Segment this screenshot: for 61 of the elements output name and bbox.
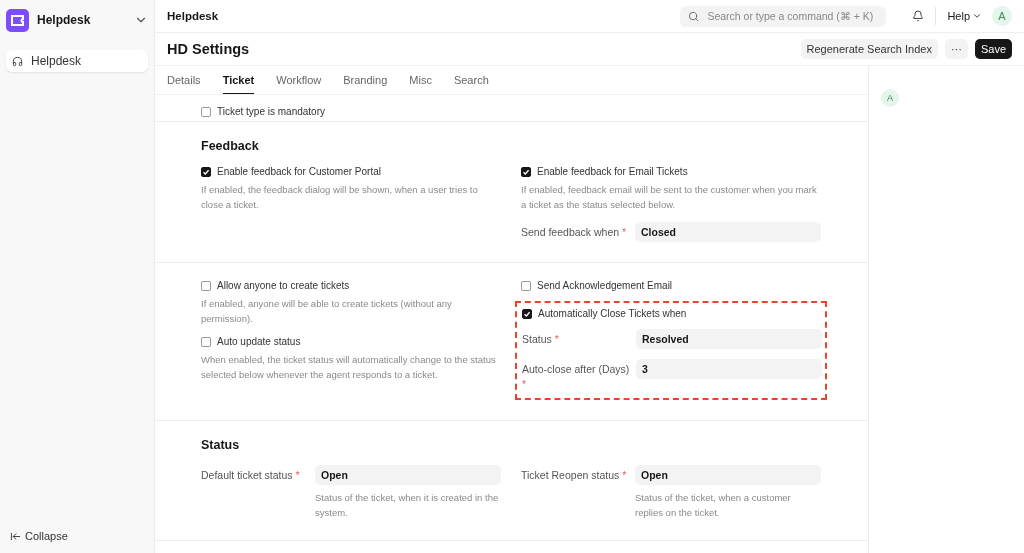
help-menu[interactable]: Help	[935, 7, 982, 25]
checkbox-label[interactable]: Ticket type is mandatory	[201, 106, 501, 117]
tab[interactable]: Ticket	[222, 66, 255, 94]
tab[interactable]: Details	[167, 66, 201, 94]
required-mark: *	[295, 469, 300, 481]
select-field[interactable]: Open	[315, 465, 501, 485]
help-text: When enabled, the ticket status will automatically change to the status selected below whenever the agent responds to a ticket.	[201, 353, 497, 382]
help-text: Status of the ticket, when a customer replies on the ticket.	[635, 491, 792, 520]
collapse-button[interactable]: Collapse	[6, 527, 148, 545]
checkbox-label[interactable]: Allow anyone to create tickets	[201, 280, 501, 291]
checkbox-label[interactable]: Send Acknowledgement Email	[521, 280, 821, 291]
help-text: Status of the ticket, when it is created in the system.	[315, 491, 500, 520]
required-mark: *	[622, 469, 627, 481]
bell-icon[interactable]	[912, 10, 925, 22]
required-mark: *	[622, 226, 627, 238]
sidebar-item[interactable]: Helpdesk	[6, 50, 148, 72]
checkbox[interactable]	[201, 166, 211, 177]
checkbox-label[interactable]: Automatically Close Tickets when	[522, 308, 820, 319]
checkbox[interactable]	[201, 280, 211, 291]
more-button[interactable]: ···	[944, 39, 968, 59]
action-button[interactable]: Regenerate Search Index	[800, 39, 938, 59]
required-mark: *	[522, 378, 527, 390]
checkbox-label[interactable]: Enable feedback for Email Tickets	[521, 166, 821, 177]
tab[interactable]: Branding	[343, 66, 388, 94]
help-text: If enabled, anyone will be able to create tickets (without any permission).	[201, 297, 453, 326]
page-title: HD Settings	[167, 41, 251, 57]
field-label: Ticket Reopen status	[521, 469, 620, 481]
select-field[interactable]: 3	[636, 359, 822, 379]
user-avatar: A	[881, 89, 899, 107]
app-logo	[6, 8, 29, 32]
checkbox-label[interactable]: Auto update status	[201, 336, 501, 347]
checkbox-label[interactable]: Enable feedback for Customer Portal	[201, 166, 501, 177]
checkbox[interactable]	[521, 166, 531, 177]
help-text: If enabled, the feedback dialog will be shown, when a user tries to close a ticket.	[201, 183, 479, 212]
chevron-icon	[972, 11, 982, 21]
checkbox[interactable]	[201, 336, 211, 347]
tab[interactable]: Misc	[409, 66, 432, 94]
search-field[interactable]: Search or type a command (⌘ + K)	[680, 5, 887, 27]
checkbox[interactable]	[521, 280, 531, 291]
checkbox[interactable]	[522, 308, 532, 319]
collapse-icon	[10, 530, 21, 542]
field-label: Status	[522, 333, 552, 345]
select-field[interactable]: Resolved	[636, 329, 822, 349]
save-button[interactable]: Save	[974, 39, 1012, 59]
field-label: Default ticket status	[201, 469, 293, 481]
field-label: Auto-close after (Days)	[522, 363, 630, 375]
field-label: Send feedback when	[521, 226, 620, 238]
select-field[interactable]: Open	[635, 465, 821, 485]
tab[interactable]: Workflow	[276, 66, 322, 94]
breadcrumb[interactable]: Helpdesk	[167, 10, 681, 22]
required-mark: *	[554, 333, 559, 345]
user-avatar[interactable]: A	[992, 6, 1012, 26]
select-field[interactable]: Closed	[635, 222, 821, 242]
tab[interactable]: Search	[453, 66, 489, 94]
checkbox[interactable]	[201, 106, 211, 117]
search-icon	[688, 10, 700, 22]
help-text: If enabled, feedback email will be sent to the customer when you mark a ticket as the status selected below.	[521, 183, 818, 212]
section-title: Feedback	[201, 139, 260, 153]
section-title: Status	[201, 438, 241, 452]
app-name: Helpdesk	[37, 13, 92, 27]
headphones-icon	[12, 55, 23, 67]
